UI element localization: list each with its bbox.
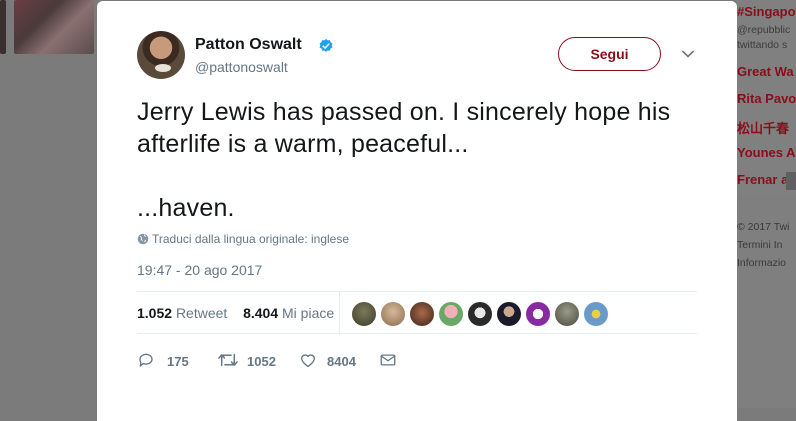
tweet-text: Jerry Lewis has passed on. I sincerely h… — [137, 96, 717, 224]
footer-links: Termini In — [737, 239, 783, 251]
liker-avatar[interactable] — [352, 302, 376, 326]
liker-avatar[interactable] — [555, 302, 579, 326]
reply-button[interactable]: 175 — [137, 351, 197, 371]
trend-subtext: twittando s — [737, 39, 788, 51]
trend-item: Younes A — [737, 145, 796, 160]
like-stat-label[interactable]: Mi piace — [282, 305, 334, 321]
tweet-text-line: Jerry Lewis has passed on. I sincerely h… — [137, 98, 671, 158]
reply-icon — [139, 353, 153, 367]
direct-message-icon — [380, 354, 396, 366]
retweet-icon — [218, 353, 238, 367]
avatar[interactable] — [137, 31, 185, 79]
footer-copyright: © 2017 Twi — [737, 221, 790, 233]
background-sidebar — [736, 0, 796, 408]
like-button[interactable]: 8404 — [299, 351, 369, 371]
liker-avatar[interactable] — [584, 302, 608, 326]
trend-item: 松山千春 — [737, 121, 790, 136]
liker-avatar[interactable] — [410, 302, 434, 326]
like-count: 8404 — [327, 354, 356, 369]
trend-item: #Singapo — [737, 4, 796, 19]
trend-item: Great Wa — [737, 64, 794, 79]
translate-label[interactable]: Traduci dalla lingua originale: inglese — [152, 232, 349, 246]
follow-button[interactable]: Segui — [558, 37, 661, 71]
tweet-modal: Patton Oswalt @pattonoswalt Segui Jerry … — [97, 1, 737, 421]
liker-avatar[interactable] — [381, 302, 405, 326]
trend-item: Rita Pavo — [737, 91, 796, 106]
liker-avatar[interactable] — [439, 302, 463, 326]
direct-message-button[interactable] — [379, 351, 399, 371]
like-stat-count[interactable]: 8.404 — [243, 305, 278, 321]
like-icon — [300, 354, 316, 368]
liker-avatar[interactable] — [468, 302, 492, 326]
liker-avatar[interactable] — [497, 302, 521, 326]
tweet-stats: 1.052 Retweet 8.404 Mi piace — [137, 305, 334, 321]
divider — [137, 333, 697, 334]
trend-subtext: @repubblic — [737, 24, 791, 36]
retweet-count: 1052 — [247, 354, 276, 369]
tweet-timestamp[interactable]: 19:47 - 20 ago 2017 — [137, 262, 262, 278]
footer-info: Informazio — [737, 257, 787, 269]
tweet-text-line: ...haven. — [137, 194, 235, 222]
liker-avatar[interactable] — [526, 302, 550, 326]
author-handle[interactable]: @pattonoswalt — [195, 59, 288, 75]
divider — [137, 291, 697, 292]
globe-icon — [137, 233, 149, 245]
background-thumbnail — [0, 0, 6, 54]
reply-count: 175 — [167, 354, 189, 369]
retweet-stat-label[interactable]: Retweet — [176, 305, 227, 321]
retweet-button[interactable]: 1052 — [217, 351, 287, 371]
chevron-down-icon[interactable] — [682, 50, 694, 58]
retweet-stat-count[interactable]: 1.052 — [137, 305, 172, 321]
background-thumbnail — [14, 0, 94, 54]
author-name[interactable]: Patton Oswalt — [195, 36, 302, 54]
verified-badge-icon — [319, 39, 333, 52]
stats-separator — [339, 291, 340, 335]
background-scrollbar — [786, 172, 796, 190]
